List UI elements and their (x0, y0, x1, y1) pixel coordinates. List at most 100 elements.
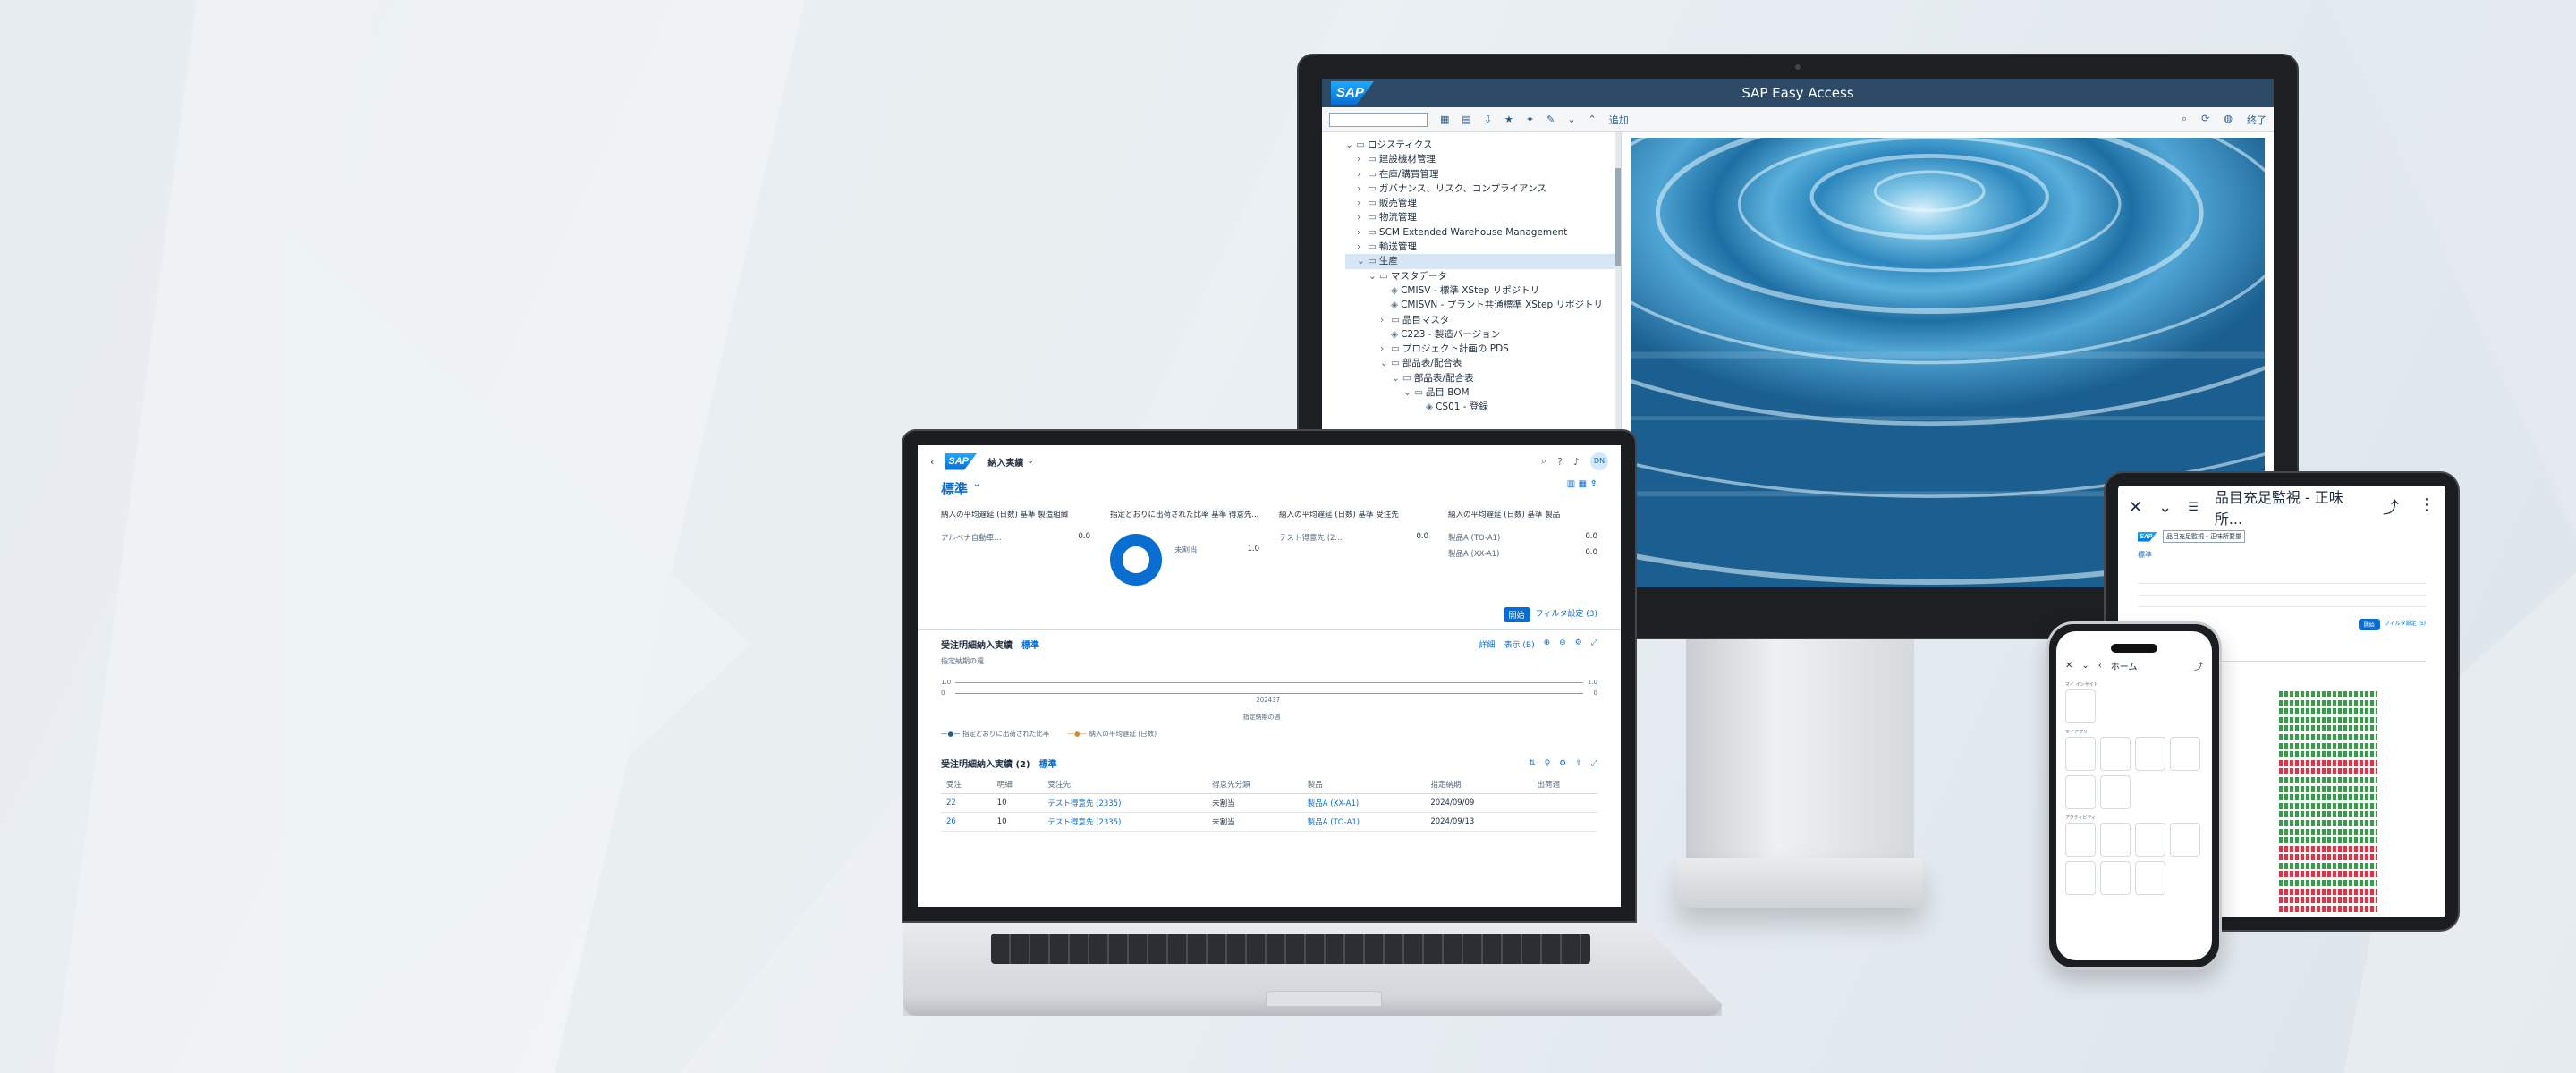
table-cell[interactable]: 26 (941, 812, 992, 832)
business-workplace-icon[interactable]: ⇩ (1484, 114, 1492, 125)
app-tile[interactable] (2135, 823, 2165, 857)
coverage-row[interactable] (2279, 854, 2377, 861)
app-tile[interactable] (2100, 737, 2131, 771)
coverage-row[interactable] (2279, 699, 2377, 706)
tree-node[interactable]: › ▭ 輸送管理 (1345, 240, 1621, 254)
coverage-row[interactable] (2279, 768, 2377, 775)
zoom-in-icon[interactable]: ⊕ (1544, 638, 1551, 650)
kpi-card[interactable]: 納入の平均遅延 (日数) 基準 受注先 テスト得意先 (2... 0.0 (1279, 509, 1428, 607)
tree-node[interactable]: ⌄ ▭ 品目 BOM (1345, 385, 1621, 400)
chevron-down-icon[interactable]: ⌄ (1345, 138, 1356, 152)
coverage-row[interactable] (2279, 785, 2377, 792)
coverage-row[interactable] (2279, 708, 2377, 715)
globe-icon[interactable]: ◍ (2224, 113, 2233, 127)
chevron-down-icon[interactable]: ⌄ (1027, 457, 1034, 466)
fullscreen-icon[interactable]: ⤢ (1591, 759, 1597, 768)
column-header[interactable]: 出荷週 (1531, 775, 1597, 794)
app-tile[interactable] (2100, 823, 2131, 857)
tree-node[interactable]: › ▭ 在庫/購買管理 (1345, 167, 1621, 182)
tree-node[interactable]: › ▭ 建設機材管理 (1345, 152, 1621, 166)
display-button[interactable]: 表示 (B) (1504, 638, 1535, 650)
coverage-row[interactable] (2279, 811, 2377, 818)
chevron-right-icon[interactable]: › (1357, 196, 1368, 210)
bar-chart-icon[interactable]: ▦ (1579, 479, 1587, 489)
details-button[interactable]: 詳細 (1479, 638, 1496, 650)
tree-node[interactable]: ⌄ ▭ マスタデータ (1345, 269, 1621, 283)
more-menu[interactable]: 追加 (1609, 113, 1629, 127)
column-header[interactable]: 製品 (1301, 775, 1426, 794)
tree-node[interactable]: › ▭ SCM Extended Warehouse Management (1345, 225, 1621, 240)
chevron-right-icon[interactable]: › (1357, 210, 1368, 224)
chevron-down-icon[interactable]: ⌄ (1380, 356, 1391, 370)
close-icon[interactable]: ✕ (2129, 498, 2142, 517)
avatar[interactable]: DN (1590, 452, 1608, 470)
expand-icon[interactable]: ⌄ (1567, 114, 1575, 125)
coverage-row[interactable] (2279, 845, 2377, 852)
export-icon[interactable]: ⇪ (1575, 759, 1582, 768)
exit-button[interactable]: 終了 (2247, 113, 2267, 127)
app-tile[interactable] (2065, 775, 2096, 809)
coverage-row[interactable] (2279, 871, 2377, 878)
back-icon[interactable]: ‹ (930, 456, 934, 468)
tree-node[interactable]: › ▭ プロジェクト計画の PDS (1345, 342, 1621, 356)
chevron-down-icon[interactable]: ⌄ (2081, 661, 2089, 671)
coverage-row[interactable] (2279, 725, 2377, 732)
filter-icon[interactable]: ⚲ (1545, 759, 1551, 768)
search-icon[interactable]: ⌕ (2182, 113, 2187, 127)
coverage-row[interactable] (2279, 802, 2377, 809)
table-cell[interactable]: テスト得意先 (2335) (1042, 793, 1208, 813)
app-tile[interactable] (2065, 689, 2096, 723)
coverage-row[interactable] (2279, 888, 2377, 895)
coverage-row[interactable] (2279, 837, 2377, 844)
chevron-right-icon[interactable]: › (1357, 182, 1368, 196)
coverage-row[interactable] (2279, 794, 2377, 801)
share-icon[interactable]: ⤴ (2383, 495, 2399, 519)
app-tile[interactable] (2135, 737, 2165, 771)
coverage-row[interactable] (2279, 716, 2377, 723)
coverage-row[interactable] (2279, 828, 2377, 835)
kpi-card[interactable]: 納入の平均遅延 (日数) 基準 製造組織 アルベナ自動車... 0.0 (941, 509, 1090, 607)
column-header[interactable]: 指定納期 (1425, 775, 1532, 794)
tablet-variant[interactable]: 標準 (2118, 545, 2445, 565)
collapse-icon[interactable]: ⌃ (1589, 114, 1597, 125)
find-next-icon[interactable]: ⟳ (2201, 113, 2209, 127)
coverage-row[interactable] (2279, 759, 2377, 766)
app-tile[interactable] (2065, 861, 2096, 895)
chevron-down-icon[interactable]: ⌄ (1392, 371, 1402, 385)
app-tile[interactable] (2065, 823, 2096, 857)
table-cell[interactable]: 22 (941, 793, 992, 813)
chart-variant[interactable]: 標準 (1021, 638, 1039, 651)
tree-node[interactable]: ◈ CS01 - 登録 (1345, 400, 1621, 414)
column-header[interactable]: 受注 (941, 775, 992, 794)
coverage-row[interactable] (2279, 776, 2377, 783)
app-tile[interactable] (2065, 737, 2096, 771)
tree-node[interactable]: ⌄ ▭ 部品表/配合表 (1345, 371, 1621, 385)
chevron-right-icon[interactable]: › (1357, 225, 1368, 240)
chevron-right-icon[interactable]: › (1357, 240, 1368, 254)
filter-settings-link[interactable]: フィルタ設定 (5) (2385, 619, 2426, 630)
go-button[interactable]: 開始 (1503, 607, 1530, 622)
search-icon[interactable]: ⌕ (1541, 455, 1546, 468)
app-tile[interactable] (2100, 861, 2131, 895)
command-field[interactable] (1329, 112, 1428, 127)
coverage-row[interactable] (2279, 733, 2377, 740)
tree-node[interactable]: ◈ CMISVN - プラント共通標準 XStep リポジトリ (1345, 298, 1621, 312)
coverage-row[interactable] (2279, 819, 2377, 826)
settings-icon[interactable]: ⚙ (1575, 638, 1582, 650)
legend-item[interactable]: —●— 納入の平均遅延 (日数) (1067, 729, 1157, 739)
tree-node[interactable]: ◈ CMISV - 標準 XStep リポジトリ (1345, 283, 1621, 298)
coverage-row[interactable] (2279, 691, 2377, 697)
filter-settings-link[interactable]: フィルタ設定 (3) (1536, 607, 1597, 622)
coverage-row[interactable] (2279, 751, 2377, 758)
app-tile[interactable] (2135, 861, 2165, 895)
user-menu-icon[interactable]: ▦ (1440, 114, 1449, 125)
edit-icon[interactable]: ✎ (1546, 114, 1555, 125)
go-button[interactable]: 開始 (2358, 619, 2380, 630)
chevron-down-icon[interactable]: ⌄ (2158, 498, 2172, 517)
chevron-down-icon[interactable]: ⌄ (973, 479, 980, 498)
table-cell[interactable]: 製品A (XX-A1) (1301, 793, 1426, 813)
tree-node[interactable]: ⌄ ▭ ロジスティクス (1345, 138, 1621, 152)
coverage-row[interactable] (2279, 880, 2377, 887)
column-header[interactable]: 得意先分類 (1207, 775, 1302, 794)
kpi-card[interactable]: 納入の平均遅延 (日数) 基準 製品 製品A (TO-A1) 0.0 製品A (X… (1448, 509, 1597, 607)
